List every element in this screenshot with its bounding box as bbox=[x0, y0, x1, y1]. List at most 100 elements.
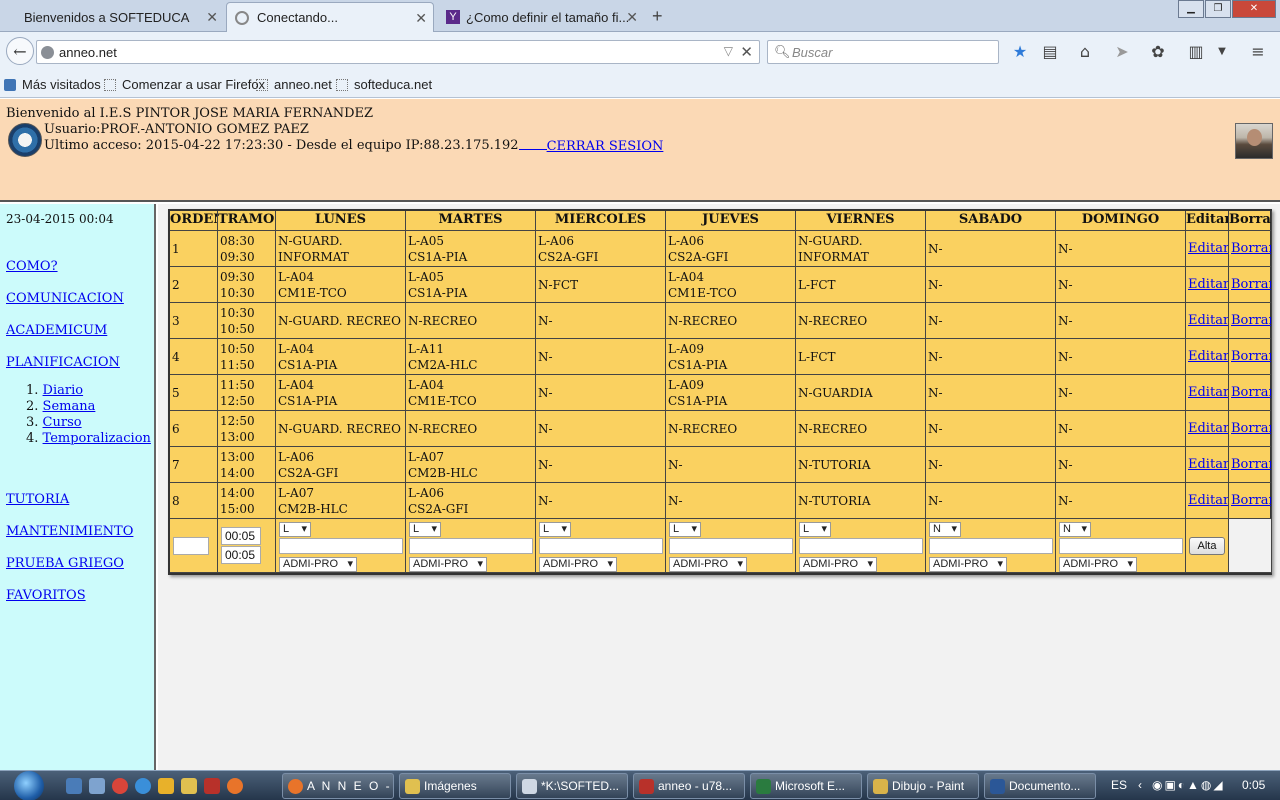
taskbar-item-imagenes[interactable]: Imágenes bbox=[399, 773, 511, 799]
tray-expand-icon[interactable]: ‹ bbox=[1138, 778, 1142, 792]
chevron-down-icon[interactable]: ▼ bbox=[1212, 42, 1232, 62]
close-tab-icon[interactable]: ✕ bbox=[415, 10, 427, 27]
sidebar-link-como[interactable]: COMO? bbox=[6, 259, 58, 274]
semana-link[interactable]: Semana bbox=[43, 399, 96, 414]
professor-select[interactable]: ADMI-PRO bbox=[929, 557, 1007, 572]
sidebar-link-planificacion[interactable]: PLANIFICACION bbox=[6, 355, 120, 370]
edit-link[interactable]: Editar? bbox=[1188, 241, 1228, 256]
day-text-input[interactable] bbox=[799, 538, 923, 554]
logout-link[interactable]: CERRAR SESION bbox=[518, 138, 663, 154]
stop-icon[interactable]: ✕ bbox=[740, 43, 753, 61]
sidebar-link-academicum[interactable]: ACADEMICUM bbox=[6, 323, 107, 338]
bookmark-anneo[interactable]: anneo.net bbox=[256, 77, 332, 92]
bookmark-star-icon[interactable]: ★ bbox=[1010, 42, 1030, 62]
clipboard-icon[interactable]: ▥ bbox=[1186, 42, 1206, 62]
start-button[interactable] bbox=[14, 771, 44, 800]
tray-icons[interactable]: ◉▣◐▲◍◢ bbox=[1152, 778, 1225, 792]
taskbar-item-excel[interactable]: Microsoft E... bbox=[750, 773, 862, 799]
day-type-select[interactable]: N bbox=[929, 522, 961, 537]
clock[interactable]: 0:05 bbox=[1242, 778, 1265, 792]
sidebar-link-prueba-griego[interactable]: PRUEBA GRIEGO bbox=[6, 556, 124, 571]
search-input[interactable]: 🔍︎ Buscar bbox=[767, 40, 999, 64]
reading-list-icon[interactable]: ▤ bbox=[1040, 42, 1060, 62]
day-type-select[interactable]: L bbox=[279, 522, 311, 537]
close-tab-icon[interactable]: ✕ bbox=[206, 9, 218, 26]
professor-select[interactable]: ADMI-PRO bbox=[279, 557, 357, 572]
day-text-input[interactable] bbox=[279, 538, 403, 554]
edit-link[interactable]: Editar? bbox=[1188, 313, 1228, 328]
edit-link[interactable]: Editar? bbox=[1188, 457, 1228, 472]
media-icon[interactable] bbox=[158, 778, 174, 794]
delete-link[interactable]: Borrar? bbox=[1231, 277, 1271, 292]
diario-link[interactable]: Diario bbox=[43, 383, 84, 398]
back-arrow-icon[interactable]: ← bbox=[6, 37, 34, 65]
language-indicator[interactable]: ES bbox=[1111, 778, 1127, 792]
delete-link[interactable]: Borrar? bbox=[1231, 385, 1271, 400]
url-bar[interactable]: anneo.net ▽ ✕ bbox=[36, 40, 760, 64]
taskbar-item-anneo[interactable]: A N N E O - ... bbox=[282, 773, 394, 799]
sidebar-link-mantenimiento[interactable]: MANTENIMIENTO bbox=[6, 524, 133, 539]
close-window-icon[interactable]: ✕ bbox=[1232, 0, 1276, 18]
day-type-select[interactable]: L bbox=[409, 522, 441, 537]
ie-icon[interactable] bbox=[135, 778, 151, 794]
day-text-input[interactable] bbox=[669, 538, 793, 554]
firefox-icon[interactable] bbox=[227, 778, 243, 794]
close-tab-icon[interactable]: ✕ bbox=[626, 9, 638, 26]
professor-select[interactable]: ADMI-PRO bbox=[539, 557, 617, 572]
add-button[interactable]: Alta bbox=[1189, 537, 1225, 555]
home-icon[interactable]: ⌂ bbox=[1075, 42, 1095, 62]
delete-link[interactable]: Borrar? bbox=[1231, 241, 1271, 256]
new-end-time-input[interactable]: 00:05 bbox=[221, 546, 261, 564]
delete-link[interactable]: Borrar? bbox=[1231, 457, 1271, 472]
extension-icon[interactable]: ✿ bbox=[1148, 42, 1168, 62]
bookmark-getting-started[interactable]: Comenzar a usar Firefox bbox=[104, 77, 265, 92]
folder-icon[interactable] bbox=[181, 778, 197, 794]
day-text-input[interactable] bbox=[1059, 538, 1183, 554]
professor-select[interactable]: ADMI-PRO bbox=[799, 557, 877, 572]
taskbar-item-softed[interactable]: *K:\SOFTED... bbox=[516, 773, 628, 799]
edit-link[interactable]: Editar? bbox=[1188, 421, 1228, 436]
delete-link[interactable]: Borrar? bbox=[1231, 421, 1271, 436]
desktop-icon[interactable] bbox=[89, 778, 105, 794]
day-type-select[interactable]: L bbox=[799, 522, 831, 537]
maximize-icon[interactable]: ❐ bbox=[1205, 0, 1231, 18]
professor-select[interactable]: ADMI-PRO bbox=[409, 557, 487, 572]
taskbar-item-filezilla[interactable]: anneo - u78... bbox=[633, 773, 745, 799]
chrome-icon[interactable] bbox=[112, 778, 128, 794]
edit-link[interactable]: Editar? bbox=[1188, 277, 1228, 292]
edit-link[interactable]: Editar? bbox=[1188, 385, 1228, 400]
day-type-select[interactable]: L bbox=[669, 522, 701, 537]
day-type-select[interactable]: N bbox=[1059, 522, 1091, 537]
bookmark-most-visited[interactable]: Más visitados bbox=[4, 77, 101, 92]
professor-select[interactable]: ADMI-PRO bbox=[1059, 557, 1137, 572]
delete-link[interactable]: Borrar? bbox=[1231, 313, 1271, 328]
sidebar-link-tutoria[interactable]: TUTORIA bbox=[6, 492, 69, 507]
filezilla-icon[interactable] bbox=[204, 778, 220, 794]
day-text-input[interactable] bbox=[539, 538, 663, 554]
bookmark-softeduca[interactable]: softeduca.net bbox=[336, 77, 432, 92]
temporalizacion-link[interactable]: Temporalizacion bbox=[43, 431, 151, 446]
sidebar-link-favoritos[interactable]: FAVORITOS bbox=[6, 588, 86, 603]
delete-link[interactable]: Borrar? bbox=[1231, 349, 1271, 364]
delete-link[interactable]: Borrar? bbox=[1231, 493, 1271, 508]
tab-conectando[interactable]: Conectando... ✕ bbox=[226, 2, 434, 32]
sidebar-link-comunicacion[interactable]: COMUNICACION bbox=[6, 291, 124, 306]
taskbar-item-paint[interactable]: Dibujo - Paint bbox=[867, 773, 979, 799]
new-orden-input[interactable] bbox=[173, 537, 209, 555]
edit-link[interactable]: Editar? bbox=[1188, 493, 1228, 508]
professor-select[interactable]: ADMI-PRO bbox=[669, 557, 747, 572]
dropdown-icon[interactable]: ▽ bbox=[724, 44, 733, 58]
menu-icon[interactable]: ≡ bbox=[1248, 42, 1268, 62]
minimize-icon[interactable]: ▁ bbox=[1178, 0, 1204, 18]
curso-link[interactable]: Curso bbox=[43, 415, 82, 430]
day-text-input[interactable] bbox=[409, 538, 533, 554]
day-type-select[interactable]: L bbox=[539, 522, 571, 537]
new-tab-icon[interactable]: + bbox=[652, 6, 663, 27]
new-start-time-input[interactable]: 00:05 bbox=[221, 527, 261, 545]
tab-softeduca[interactable]: Bienvenidos a SOFTEDUCA ✕ bbox=[2, 2, 224, 32]
day-text-input[interactable] bbox=[929, 538, 1053, 554]
send-icon[interactable]: ➤ bbox=[1112, 42, 1132, 62]
explorer-icon[interactable] bbox=[66, 778, 82, 794]
edit-link[interactable]: Editar? bbox=[1188, 349, 1228, 364]
tab-yahoo[interactable]: Y ¿Como definir el tamaño fi... ✕ bbox=[438, 2, 644, 32]
